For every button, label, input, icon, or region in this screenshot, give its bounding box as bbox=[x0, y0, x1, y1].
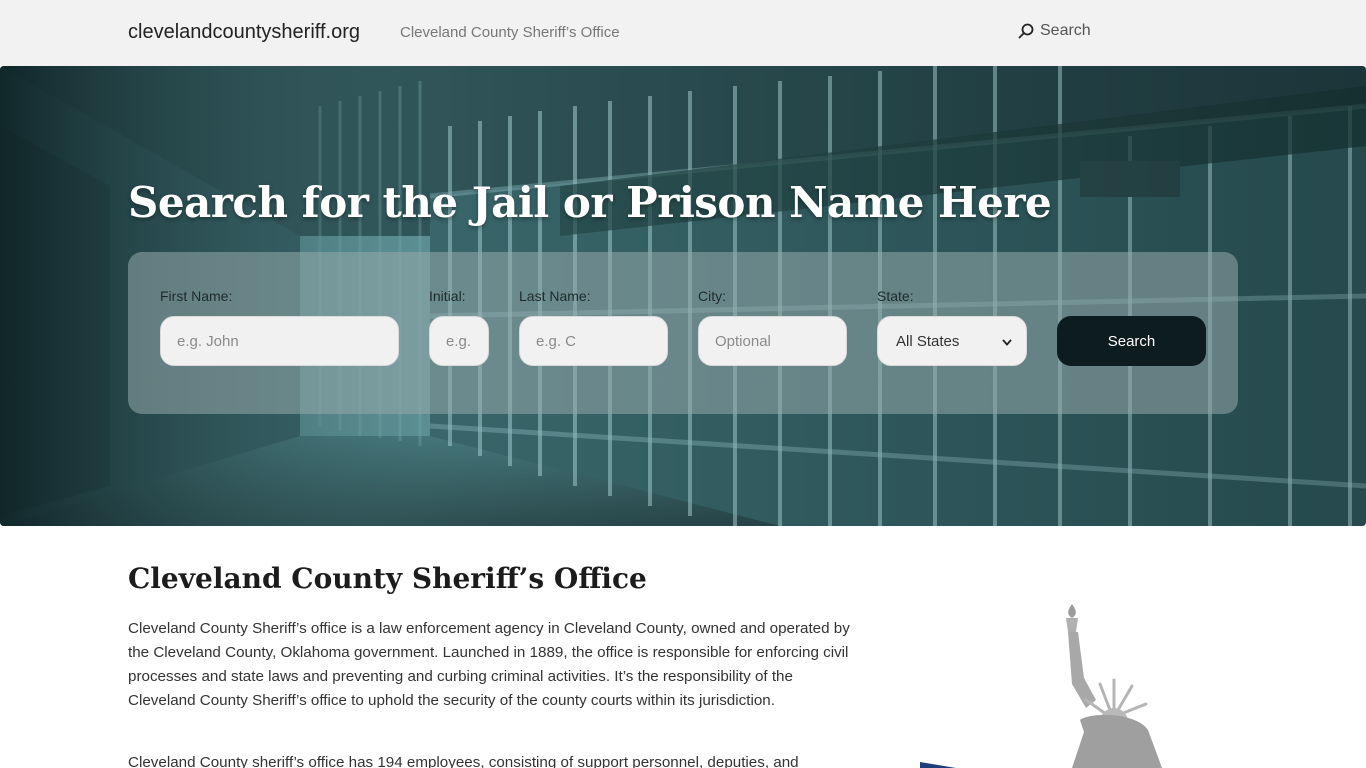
site-tagline: Cleveland County Sheriff’s Office bbox=[400, 24, 620, 41]
last-name-input[interactable] bbox=[519, 316, 668, 366]
first-name-label: First Name: bbox=[160, 288, 233, 304]
city-input[interactable] bbox=[698, 316, 847, 366]
statue-of-liberty-icon bbox=[900, 600, 1180, 768]
state-select-value: All States bbox=[896, 332, 960, 350]
city-label: City: bbox=[698, 288, 726, 304]
state-select[interactable]: All States bbox=[877, 316, 1027, 366]
first-name-input[interactable] bbox=[160, 316, 399, 366]
site-header: clevelandcountysheriff.org Cleveland Cou… bbox=[0, 0, 1366, 66]
intro-paragraph: Cleveland County Sheriff’s office is a l… bbox=[128, 620, 850, 709]
initial-label: Initial: bbox=[429, 288, 466, 304]
second-paragraph: Cleveland County sheriff’s office has 19… bbox=[128, 754, 799, 768]
header-search-label: Search bbox=[1040, 22, 1091, 39]
last-name-label: Last Name: bbox=[519, 288, 591, 304]
search-icon bbox=[1018, 23, 1034, 39]
hero-banner: Search for the Jail or Prison Name Here … bbox=[0, 66, 1366, 526]
search-submit-button[interactable]: Search bbox=[1057, 316, 1206, 366]
header-search-button[interactable]: Search bbox=[1018, 22, 1091, 40]
search-form-panel: First Name: Initial: Last Name: City: St… bbox=[128, 252, 1238, 414]
page-title: Cleveland County Sheriff’s Office bbox=[128, 562, 647, 595]
state-label: State: bbox=[877, 288, 914, 304]
initial-input[interactable] bbox=[429, 316, 489, 366]
hero-title: Search for the Jail or Prison Name Here bbox=[128, 178, 1052, 227]
site-logo-link[interactable]: clevelandcountysheriff.org bbox=[128, 21, 360, 44]
chevron-down-icon bbox=[1002, 333, 1012, 350]
